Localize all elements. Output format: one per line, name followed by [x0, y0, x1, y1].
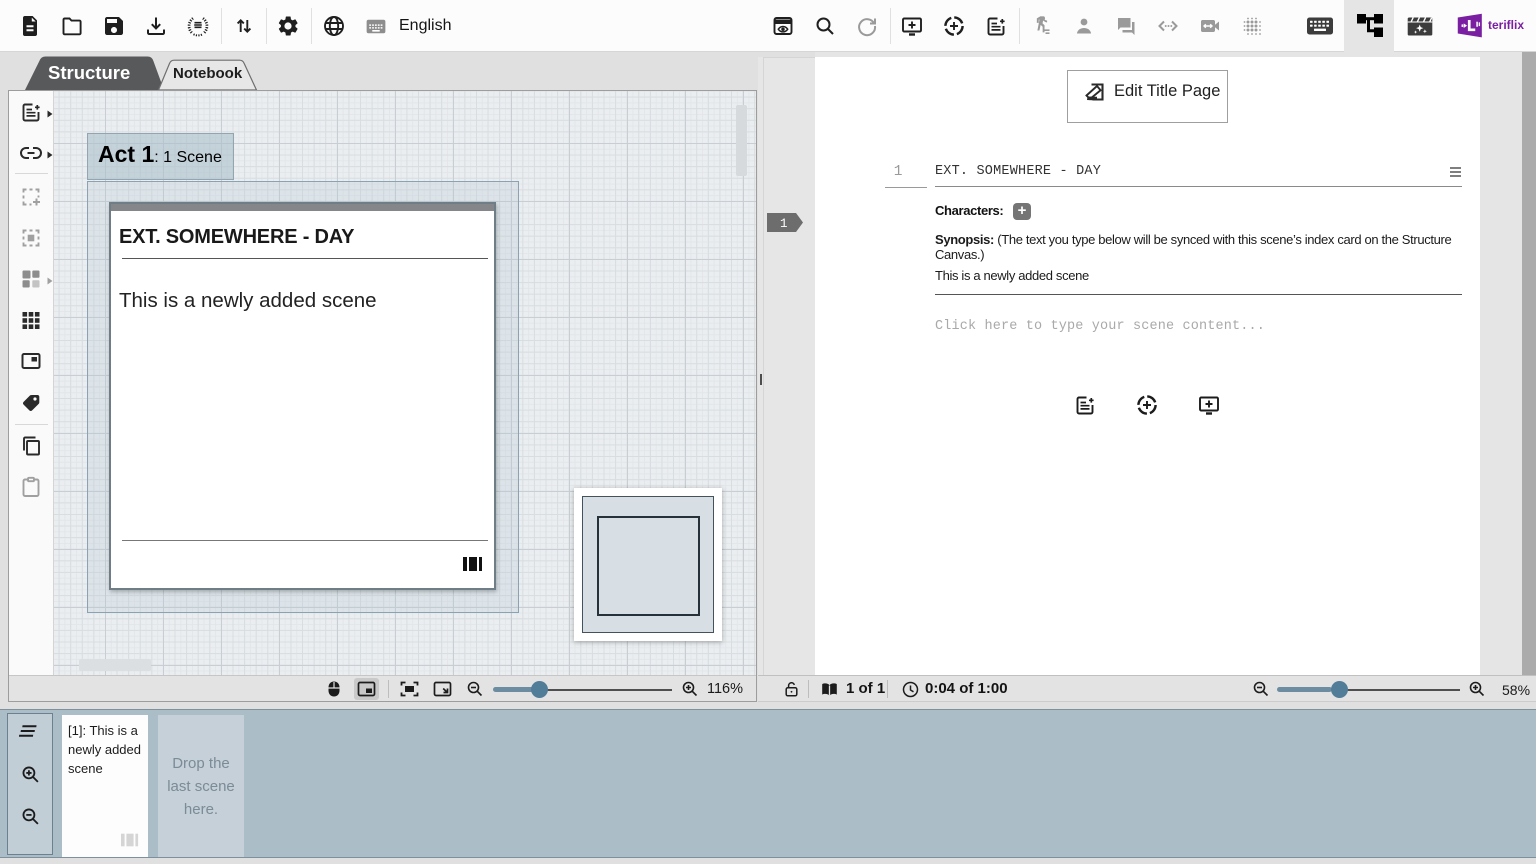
svg-text:1: 1	[780, 217, 788, 231]
